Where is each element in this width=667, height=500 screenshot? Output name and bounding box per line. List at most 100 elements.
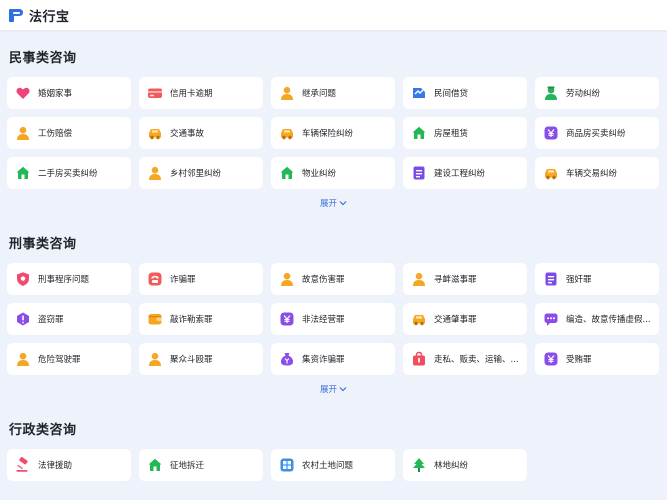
consult-card[interactable]: 诈骗罪 bbox=[139, 263, 263, 295]
consult-card[interactable]: 物业纠纷 bbox=[271, 157, 395, 189]
heart-icon bbox=[16, 87, 30, 99]
money-icon bbox=[544, 352, 558, 366]
civil-consult-grid: 婚姻家事 信用卡逾期 继承问题 民间借贷 劳动纠纷工伤赔偿 交通事故 车辆保险纠纷 房屋租赁 商… bbox=[7, 77, 659, 189]
consult-card[interactable]: 车辆交易纠纷 bbox=[535, 157, 659, 189]
consult-card-label: 诈骗罪 bbox=[170, 275, 196, 285]
consult-card[interactable]: 二手房买卖纠纷 bbox=[7, 157, 131, 189]
consult-card[interactable]: 继承问题 bbox=[271, 77, 395, 109]
consult-card[interactable]: 房屋租赁 bbox=[403, 117, 527, 149]
consult-card[interactable]: 工伤赔偿 bbox=[7, 117, 131, 149]
top-bar: 法行宝 bbox=[0, 0, 667, 30]
consult-card-label: 盗窃罪 bbox=[38, 315, 64, 325]
consult-card[interactable]: 寻衅滋事罪 bbox=[403, 263, 527, 295]
consult-card[interactable]: 敲诈勒索罪 bbox=[139, 303, 263, 335]
consult-card[interactable]: 民间借贷 bbox=[403, 77, 527, 109]
consult-card[interactable]: 劳动纠纷 bbox=[535, 77, 659, 109]
consult-card[interactable]: 编造、故意传播虚假... bbox=[535, 303, 659, 335]
shield-icon bbox=[17, 272, 29, 286]
consult-card[interactable]: 农村土地问题 bbox=[271, 449, 395, 481]
consult-card-label: 物业纠纷 bbox=[302, 169, 337, 179]
consult-card[interactable]: 交通事故 bbox=[139, 117, 263, 149]
person-icon bbox=[413, 272, 425, 286]
house-icon bbox=[148, 458, 162, 471]
consult-card[interactable]: 刑事程序问题 bbox=[7, 263, 131, 295]
consult-card[interactable]: 危险驾驶罪 bbox=[7, 343, 131, 375]
consult-card[interactable]: 集资诈骗罪 bbox=[271, 343, 395, 375]
expand-civil-button[interactable]: 展开 bbox=[320, 197, 347, 209]
consult-card[interactable]: 交通肇事罪 bbox=[403, 303, 527, 335]
consult-card-label: 交通事故 bbox=[170, 129, 205, 139]
consult-card-label: 乡村邻里纠纷 bbox=[170, 169, 222, 179]
house-icon bbox=[16, 166, 30, 179]
grid-icon bbox=[280, 458, 294, 472]
consult-card-label: 敲诈勒索罪 bbox=[170, 315, 213, 325]
consult-card[interactable]: 非法经营罪 bbox=[271, 303, 395, 335]
alert-icon bbox=[17, 312, 29, 326]
consult-card[interactable]: 走私、贩卖、运输、... bbox=[403, 343, 527, 375]
consult-card-label: 聚众斗殴罪 bbox=[170, 355, 213, 365]
logo[interactable]: 法行宝 bbox=[8, 6, 70, 25]
consult-card-label: 法律援助 bbox=[38, 461, 73, 471]
car-icon bbox=[545, 169, 557, 180]
document-icon bbox=[413, 166, 425, 180]
consult-card-label: 危险驾驶罪 bbox=[38, 355, 81, 365]
person-icon bbox=[149, 352, 161, 366]
consult-card[interactable]: 建设工程纠纷 bbox=[403, 157, 527, 189]
consult-card-label: 编造、故意传播虚假... bbox=[566, 315, 651, 325]
logo-text: 法行宝 bbox=[29, 9, 70, 25]
consult-card[interactable]: 征地拆迁 bbox=[139, 449, 263, 481]
consult-card[interactable]: 林地纠纷 bbox=[403, 449, 527, 481]
consult-card-label: 二手房买卖纠纷 bbox=[38, 169, 98, 179]
car-icon bbox=[281, 129, 293, 140]
chevron-down-icon bbox=[339, 201, 347, 206]
criminal-consult-grid: 刑事程序问题 诈骗罪 故意伤害罪 寻衅滋事罪 强奸罪盗窃罪 敲诈勒索罪 非法经营罪 交通肇事罪… bbox=[7, 263, 659, 375]
handshake-icon bbox=[413, 88, 425, 98]
person-icon bbox=[17, 126, 29, 140]
consult-card-label: 工伤赔偿 bbox=[38, 129, 73, 139]
gavel-icon bbox=[16, 457, 28, 472]
consult-card[interactable]: 故意伤害罪 bbox=[271, 263, 395, 295]
bag-icon bbox=[413, 351, 425, 366]
consult-card-label: 林地纠纷 bbox=[434, 461, 469, 471]
consult-card[interactable]: 强奸罪 bbox=[535, 263, 659, 295]
consult-card-label: 强奸罪 bbox=[566, 275, 592, 285]
expand-label: 展开 bbox=[320, 385, 338, 395]
consult-card[interactable]: 婚姻家事 bbox=[7, 77, 131, 109]
person-icon bbox=[281, 86, 293, 100]
consult-card-label: 农村土地问题 bbox=[302, 461, 354, 471]
consult-card-label: 车辆保险纠纷 bbox=[302, 129, 354, 139]
consult-card-label: 车辆交易纠纷 bbox=[566, 169, 618, 179]
money-bag-icon bbox=[280, 353, 294, 366]
car-icon bbox=[149, 129, 161, 140]
phone-icon bbox=[148, 272, 162, 286]
consult-card[interactable]: 盗窃罪 bbox=[7, 303, 131, 335]
consult-card[interactable]: 乡村邻里纠纷 bbox=[139, 157, 263, 189]
money-icon bbox=[544, 126, 558, 140]
car-icon bbox=[413, 315, 425, 326]
consult-card-label: 继承问题 bbox=[302, 89, 337, 99]
consult-card-label: 故意伤害罪 bbox=[302, 275, 345, 285]
consult-card-label: 商品房买卖纠纷 bbox=[566, 129, 626, 139]
expand-label: 展开 bbox=[320, 199, 338, 209]
consult-card[interactable]: 法律援助 bbox=[7, 449, 131, 481]
document-icon bbox=[545, 272, 557, 286]
consult-card[interactable]: 受贿罪 bbox=[535, 343, 659, 375]
consult-card[interactable]: 信用卡逾期 bbox=[139, 77, 263, 109]
person-icon bbox=[149, 166, 161, 180]
consult-card[interactable]: 车辆保险纠纷 bbox=[271, 117, 395, 149]
administrative-consult-grid: 法律援助 征地拆迁 农村土地问题 林地纠纷 bbox=[7, 449, 659, 481]
money-icon bbox=[280, 312, 294, 326]
consult-card-label: 交通肇事罪 bbox=[434, 315, 477, 325]
consult-card-label: 征地拆迁 bbox=[170, 461, 205, 471]
worker-icon bbox=[545, 86, 557, 100]
expand-criminal-button[interactable]: 展开 bbox=[320, 383, 347, 395]
consult-card-label: 房屋租赁 bbox=[434, 129, 469, 139]
house-icon bbox=[412, 126, 426, 139]
consult-card-label: 民间借贷 bbox=[434, 89, 469, 99]
tree-icon bbox=[413, 458, 425, 472]
chevron-down-icon bbox=[339, 387, 347, 392]
consult-card-label: 刑事程序问题 bbox=[38, 275, 90, 285]
consult-card-label: 信用卡逾期 bbox=[170, 89, 213, 99]
consult-card[interactable]: 商品房买卖纠纷 bbox=[535, 117, 659, 149]
consult-card[interactable]: 聚众斗殴罪 bbox=[139, 343, 263, 375]
